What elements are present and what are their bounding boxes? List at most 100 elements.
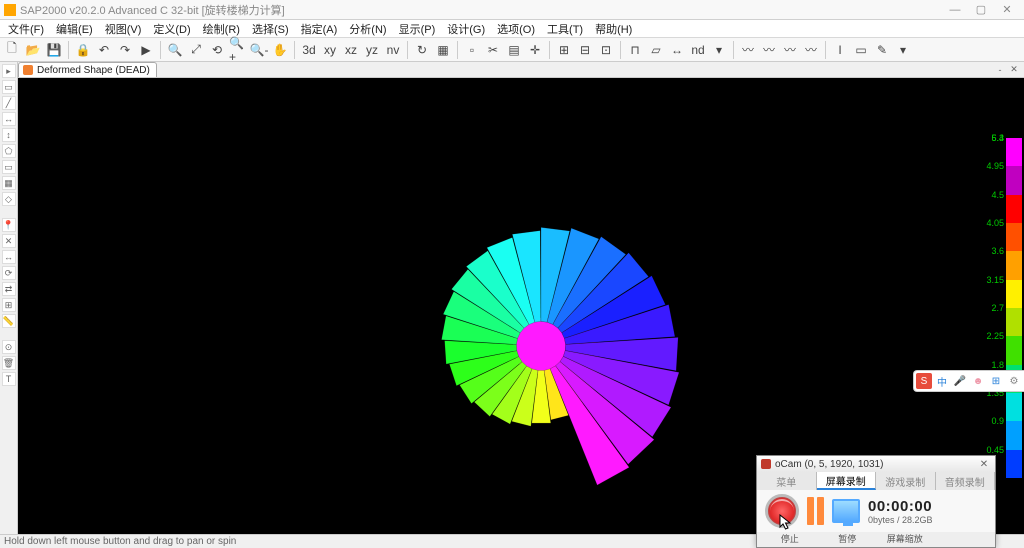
lock-button[interactable]: 🔒 bbox=[73, 40, 93, 60]
gear-button[interactable]: ⚙ bbox=[1006, 373, 1022, 389]
china-button[interactable]: 中 bbox=[934, 373, 950, 389]
object-shrink-button[interactable]: ▫ bbox=[462, 40, 482, 60]
ocam-tab-1[interactable]: 屏幕录制 bbox=[817, 472, 877, 490]
nv-button[interactable]: nv bbox=[383, 40, 403, 60]
menu-显示[interactable]: 显示(P) bbox=[393, 20, 442, 38]
zoom-extents-button[interactable]: ⤢ bbox=[186, 40, 206, 60]
tool-array[interactable]: ⊞ bbox=[2, 298, 16, 312]
ocam-recorder-window[interactable]: oCam (0, 5, 1920, 1031) ✕ 菜单屏幕录制游戏录制音频录制… bbox=[756, 455, 996, 548]
frame-button[interactable]: ⊓ bbox=[625, 40, 645, 60]
I-button[interactable]: I bbox=[830, 40, 850, 60]
solid-button[interactable]: ▦ bbox=[433, 40, 453, 60]
tool-marquee[interactable]: ▭ bbox=[2, 80, 16, 94]
shell-button[interactable]: ▱ bbox=[646, 40, 666, 60]
edit-button[interactable]: ✎ bbox=[872, 40, 892, 60]
zoom-out-button[interactable]: 🔍- bbox=[249, 40, 269, 60]
tool-dim1[interactable]: ↔ bbox=[2, 112, 16, 126]
toggle-b-button[interactable]: ⊟ bbox=[575, 40, 595, 60]
ocam-title-bar[interactable]: oCam (0, 5, 1920, 1031) ✕ bbox=[757, 456, 995, 472]
tool-pointer[interactable]: ▸ bbox=[2, 64, 16, 78]
tool-move[interactable]: ↔ bbox=[2, 250, 16, 264]
menu-帮助[interactable]: 帮助(H) bbox=[589, 20, 638, 38]
show-grid-button[interactable]: ▤ bbox=[504, 40, 524, 60]
menu-选项[interactable]: 选项(O) bbox=[491, 20, 541, 38]
grid-button[interactable]: ⊞ bbox=[988, 373, 1004, 389]
xy-button[interactable]: xy bbox=[320, 40, 340, 60]
ocam-pause-button[interactable] bbox=[807, 497, 824, 525]
yz-button[interactable]: yz bbox=[362, 40, 382, 60]
tool-pin2[interactable]: ⊙ bbox=[2, 340, 16, 354]
redo-button[interactable]: ↷ bbox=[115, 40, 135, 60]
3d-button[interactable]: 3d bbox=[299, 40, 319, 60]
box-button[interactable]: ▭ bbox=[851, 40, 871, 60]
menu-指定[interactable]: 指定(A) bbox=[295, 20, 344, 38]
ocam-resolution-button[interactable] bbox=[832, 499, 860, 523]
tool-poly[interactable]: ⬠ bbox=[2, 144, 16, 158]
panel-minimize[interactable]: - bbox=[994, 64, 1006, 76]
tool-line[interactable]: ╱ bbox=[2, 96, 16, 110]
tool-mirror[interactable]: ⇄ bbox=[2, 282, 16, 296]
refresh-button[interactable]: ↻ bbox=[412, 40, 432, 60]
tool-rotate[interactable]: ⟳ bbox=[2, 266, 16, 280]
wave2-button[interactable]: 〰 bbox=[759, 40, 779, 60]
color-legend: 0.450.91.351.82.252.73.153.64.054.54.955… bbox=[1006, 138, 1022, 478]
wave3-button[interactable]: 〰 bbox=[780, 40, 800, 60]
ocam-tab-2[interactable]: 游戏录制 bbox=[876, 472, 936, 490]
ocam-close-button[interactable]: ✕ bbox=[977, 458, 991, 470]
nd-button[interactable]: nd bbox=[688, 40, 708, 60]
menu-文件[interactable]: 文件(F) bbox=[2, 20, 50, 38]
tool-hatch[interactable]: ▦ bbox=[2, 176, 16, 190]
tool-quad[interactable]: ◇ bbox=[2, 192, 16, 206]
toggle-a-button[interactable]: ⊞ bbox=[554, 40, 574, 60]
wave1-button[interactable]: 〰 bbox=[738, 40, 758, 60]
menu-定义[interactable]: 定义(D) bbox=[147, 20, 196, 38]
title-bar: SAP2000 v20.2.0 Advanced C 32-bit [旋转楼梯力… bbox=[0, 0, 1024, 20]
tool-del[interactable]: 🗑 bbox=[2, 356, 16, 370]
close-button[interactable]: ✕ bbox=[994, 1, 1020, 19]
menu-选择[interactable]: 选择(S) bbox=[246, 20, 295, 38]
run-button[interactable]: ▶ bbox=[136, 40, 156, 60]
view-tab-deformed[interactable]: Deformed Shape (DEAD) bbox=[18, 62, 157, 77]
minimize-button[interactable]: — bbox=[942, 1, 968, 19]
s-logo-button[interactable]: S bbox=[916, 373, 932, 389]
legend-segment: 5.4 bbox=[1006, 138, 1022, 166]
tool-rect[interactable]: ▭ bbox=[2, 160, 16, 174]
menu-工具[interactable]: 工具(T) bbox=[541, 20, 589, 38]
left-toolbox: ▸ ▭ ╱ ↔ ↕ ⬠ ▭ ▦ ◇ 📍 ✕ ↔ ⟳ ⇄ ⊞ 📏 ⊙ 🗑 T bbox=[0, 62, 18, 534]
show-axes-button[interactable]: ✛ bbox=[525, 40, 545, 60]
menu-编辑[interactable]: 编辑(E) bbox=[50, 20, 99, 38]
maximize-button[interactable]: ▢ bbox=[968, 1, 994, 19]
xz-button[interactable]: xz bbox=[341, 40, 361, 60]
view-tab-row: Deformed Shape (DEAD) -✕ bbox=[18, 62, 1024, 78]
design-dropdown-button[interactable]: ▾ bbox=[893, 40, 913, 60]
zoom-window-button[interactable]: 🔍 bbox=[165, 40, 185, 60]
wave4-button[interactable]: 〰 bbox=[801, 40, 821, 60]
ocam-tab-3[interactable]: 音频录制 bbox=[936, 472, 996, 490]
assign-dropdown-button[interactable]: ▾ bbox=[709, 40, 729, 60]
zoom-in-button[interactable]: 🔍+ bbox=[228, 40, 248, 60]
section-cut-button[interactable]: ✂ bbox=[483, 40, 503, 60]
tool-tape[interactable]: 📏 bbox=[2, 314, 16, 328]
legend-segment: 4.5 bbox=[1006, 195, 1022, 223]
toggle-c-button[interactable]: ⊡ bbox=[596, 40, 616, 60]
menu-分析[interactable]: 分析(N) bbox=[343, 20, 392, 38]
ocam-tab-0[interactable]: 菜单 bbox=[757, 472, 817, 490]
zoom-prev-button[interactable]: ⟲ bbox=[207, 40, 227, 60]
menu-视图[interactable]: 视图(V) bbox=[99, 20, 148, 38]
face-button[interactable]: ☻ bbox=[970, 373, 986, 389]
menu-设计[interactable]: 设计(G) bbox=[441, 20, 491, 38]
new-doc-button[interactable]: 🗋 bbox=[2, 40, 22, 60]
tool-dim2[interactable]: ↕ bbox=[2, 128, 16, 142]
tool-cross[interactable]: ✕ bbox=[2, 234, 16, 248]
link-button[interactable]: ↔ bbox=[667, 40, 687, 60]
legend-label: 1.8 bbox=[991, 360, 1004, 370]
ocam-record-button[interactable] bbox=[765, 494, 799, 528]
open-button[interactable]: 📂 bbox=[23, 40, 43, 60]
pan-button[interactable]: ✋ bbox=[270, 40, 290, 60]
mic-button[interactable]: 🎤 bbox=[952, 373, 968, 389]
tool-pin[interactable]: 📍 bbox=[2, 218, 16, 232]
tool-text[interactable]: T bbox=[2, 372, 16, 386]
panel-close[interactable]: ✕ bbox=[1008, 64, 1020, 76]
save-button[interactable]: 💾 bbox=[44, 40, 64, 60]
undo-button[interactable]: ↶ bbox=[94, 40, 114, 60]
